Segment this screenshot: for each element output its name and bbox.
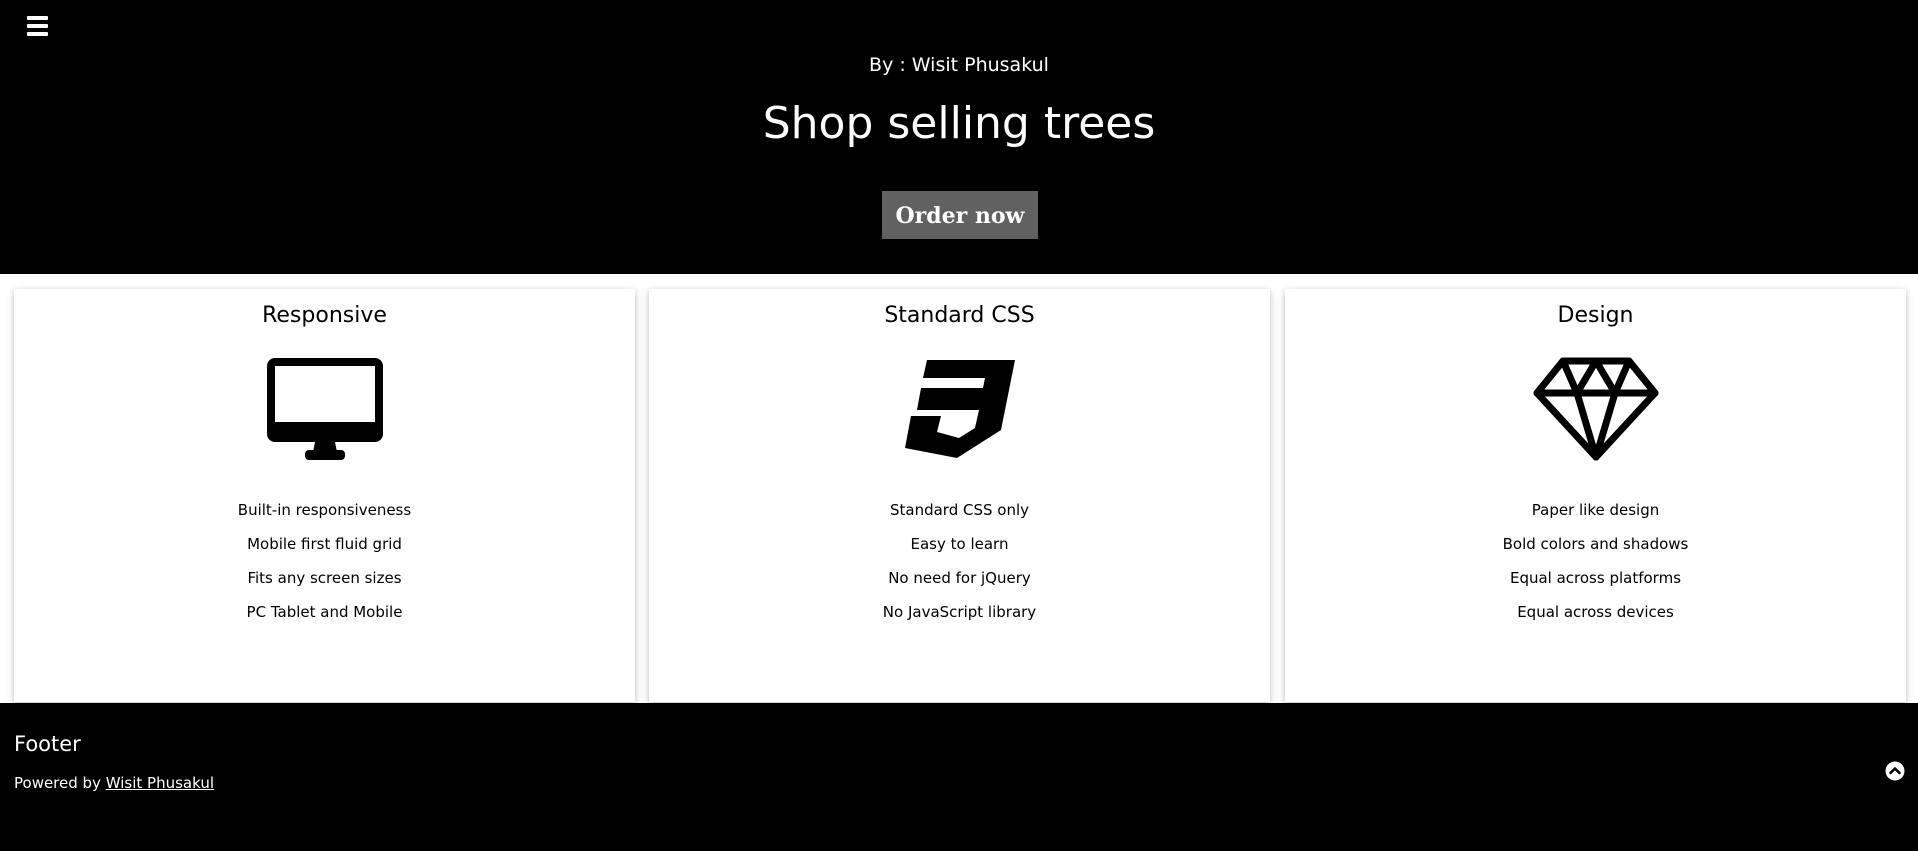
feature-card-design: Design Paper like design Bold colors and… bbox=[1285, 289, 1906, 702]
list-item: No need for jQuery bbox=[888, 569, 1031, 587]
feature-card-responsive: Responsive Built-in responsiveness Mobil… bbox=[14, 289, 635, 702]
list-item: Mobile first fluid grid bbox=[247, 535, 402, 553]
list-item: PC Tablet and Mobile bbox=[246, 603, 403, 621]
list-item: Equal across devices bbox=[1517, 603, 1674, 621]
header: By : Wisit Phusakul Shop selling trees O… bbox=[0, 0, 1918, 274]
chevron-up-circle-icon[interactable] bbox=[1885, 761, 1905, 781]
footer-credit: Powered by Wisit Phusakul bbox=[14, 772, 214, 794]
list-item: Standard CSS only bbox=[889, 501, 1030, 519]
feature-list: Paper like design Bold colors and shadow… bbox=[1285, 493, 1906, 629]
list-item: Built-in responsiveness bbox=[237, 501, 412, 519]
list-item: Paper like design bbox=[1531, 501, 1660, 519]
author-link[interactable]: Wisit Phusakul bbox=[106, 774, 214, 792]
card-title: Responsive bbox=[262, 303, 387, 328]
powered-by-label: Powered by bbox=[14, 774, 101, 792]
css3-icon bbox=[649, 353, 1270, 465]
card-title: Design bbox=[1557, 303, 1634, 328]
order-now-button[interactable]: Order now bbox=[882, 191, 1038, 239]
list-item: Easy to learn bbox=[910, 535, 1009, 553]
hamburger-icon[interactable] bbox=[24, 14, 52, 38]
feature-card-standard-css: Standard CSS Standard CSS only Easy to l… bbox=[649, 289, 1270, 702]
footer: Footer Powered by Wisit Phusakul bbox=[0, 703, 1918, 851]
list-item: Equal across platforms bbox=[1509, 569, 1682, 587]
page-title: Shop selling trees bbox=[762, 98, 1156, 149]
footer-heading: Footer bbox=[14, 732, 81, 756]
feature-list: Standard CSS only Easy to learn No need … bbox=[649, 493, 1270, 629]
card-title: Standard CSS bbox=[884, 303, 1035, 328]
list-item: No JavaScript library bbox=[882, 603, 1037, 621]
diamond-icon bbox=[1285, 353, 1906, 465]
list-item: Fits any screen sizes bbox=[247, 569, 402, 587]
desktop-monitor-icon bbox=[14, 353, 635, 465]
list-item: Bold colors and shadows bbox=[1502, 535, 1689, 553]
byline: By : Wisit Phusakul bbox=[869, 54, 1049, 76]
feature-list: Built-in responsiveness Mobile first flu… bbox=[14, 493, 635, 629]
